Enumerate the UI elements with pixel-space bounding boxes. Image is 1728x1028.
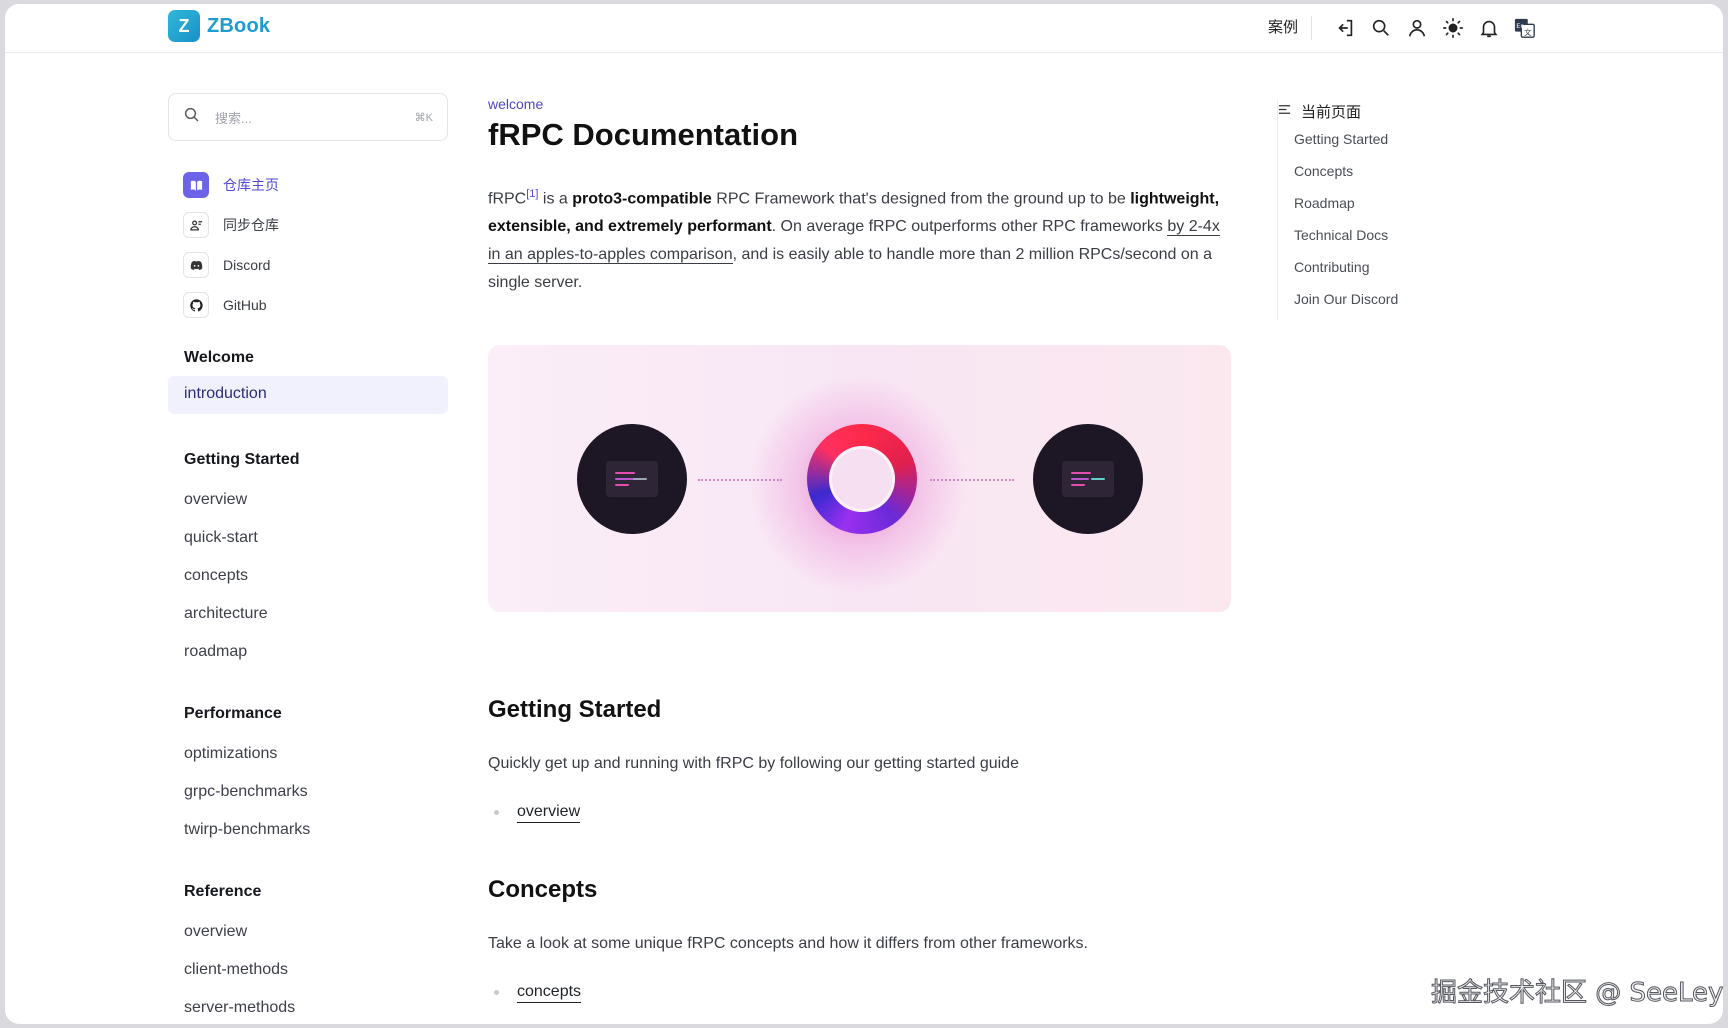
footnote-ref[interactable]: [1] — [526, 188, 538, 200]
svg-text:文: 文 — [1524, 28, 1532, 37]
watermark: 掘金技术社区 @ SeeLey — [1430, 978, 1723, 1009]
github-icon — [183, 292, 209, 318]
getting-started-text: Quickly get up and running with fRPC by … — [488, 755, 1019, 772]
nav-item-roadmap[interactable]: roadmap — [184, 643, 247, 661]
nav-section-reference: Reference — [184, 883, 262, 900]
toc-rail — [1277, 100, 1294, 320]
nav-item-reference-overview[interactable]: overview — [184, 923, 247, 941]
hero-banner — [488, 345, 1231, 612]
logo[interactable]: Z ZBook — [168, 10, 270, 42]
client-node-icon — [577, 424, 687, 534]
nav-item-quick-start[interactable]: quick-start — [184, 529, 258, 547]
heading-getting-started: Getting Started — [488, 696, 662, 723]
user-icon[interactable] — [1406, 17, 1428, 39]
breadcrumb[interactable]: welcome — [488, 96, 543, 112]
toc-item-roadmap[interactable]: Roadmap — [1294, 195, 1355, 211]
bell-icon[interactable] — [1478, 17, 1500, 39]
nav-item-grpc-benchmarks[interactable]: grpc-benchmarks — [184, 783, 308, 801]
list-icon — [1277, 102, 1292, 121]
intro-paragraph: fRPC[1] is a proto3-compatible RPC Frame… — [488, 188, 1220, 292]
logo-text: ZBook — [207, 14, 271, 37]
server-node-icon — [1033, 424, 1143, 534]
toc-item-contributing[interactable]: Contributing — [1294, 259, 1370, 275]
nav-item-server-methods[interactable]: server-methods — [184, 999, 295, 1017]
app-window: Z ZBook 案例 En 文 搜索... ⌘K 仓库主页 同步仓库 Disco… — [5, 4, 1723, 1024]
search-input[interactable]: 搜索... — [215, 108, 415, 127]
nav-item-optimizations[interactable]: optimizations — [184, 745, 277, 763]
search-box[interactable]: 搜索... ⌘K — [168, 93, 448, 141]
nav-item-concepts[interactable]: concepts — [184, 567, 248, 585]
page-title: fRPC Documentation — [488, 117, 798, 152]
heading-concepts: Concepts — [488, 876, 598, 903]
nav-section-getting-started: Getting Started — [184, 451, 300, 468]
book-icon — [183, 172, 209, 198]
list-item: overview — [488, 802, 581, 823]
connection-dots — [930, 479, 1014, 481]
language-icon[interactable]: En 文 — [1514, 17, 1536, 39]
nav-item-client-methods[interactable]: client-methods — [184, 961, 288, 979]
sync-users-icon — [183, 212, 209, 238]
search-icon[interactable] — [1370, 17, 1392, 39]
toc-item-join-discord[interactable]: Join Our Discord — [1294, 291, 1398, 307]
header-actions: 案例 En 文 — [1268, 14, 1536, 42]
nav-item-architecture[interactable]: architecture — [184, 605, 268, 623]
frpc-ring-icon — [807, 424, 917, 534]
top-header: Z ZBook 案例 En 文 — [5, 4, 1723, 53]
nav-section-welcome: Welcome — [184, 349, 254, 366]
overview-link[interactable]: overview — [517, 802, 581, 823]
nav-section-performance: Performance — [184, 705, 282, 722]
toc-item-getting-started[interactable]: Getting Started — [1294, 131, 1388, 147]
theme-sun-icon[interactable] — [1442, 17, 1464, 39]
nav-item-introduction[interactable]: introduction — [168, 376, 448, 414]
toc-heading: 当前页面 — [1277, 101, 1361, 122]
list-item: concepts — [488, 982, 582, 1003]
concepts-text: Take a look at some unique fRPC concepts… — [488, 935, 1088, 952]
sidebar-link-sync-repo[interactable]: 同步仓库 — [183, 205, 279, 245]
cases-link[interactable]: 案例 — [1268, 16, 1313, 40]
search-shortcut-hint: ⌘K — [414, 111, 433, 124]
logo-mark-icon: Z — [168, 10, 200, 42]
nav-item-twirp-benchmarks[interactable]: twirp-benchmarks — [184, 821, 310, 839]
exit-icon[interactable] — [1334, 17, 1356, 39]
sidebar-link-github[interactable]: GitHub — [183, 285, 279, 325]
toc-item-concepts[interactable]: Concepts — [1294, 163, 1353, 179]
search-icon — [183, 106, 201, 129]
concepts-link[interactable]: concepts — [517, 982, 582, 1003]
sidebar-links: 仓库主页 同步仓库 Discord GitHub — [183, 165, 279, 325]
sidebar-link-discord[interactable]: Discord — [183, 245, 279, 285]
sidebar-link-repo-home[interactable]: 仓库主页 — [183, 165, 279, 205]
discord-icon — [183, 252, 209, 278]
connection-dots — [698, 479, 782, 481]
nav-item-overview[interactable]: overview — [184, 491, 247, 509]
toc-item-technical-docs[interactable]: Technical Docs — [1294, 227, 1388, 243]
